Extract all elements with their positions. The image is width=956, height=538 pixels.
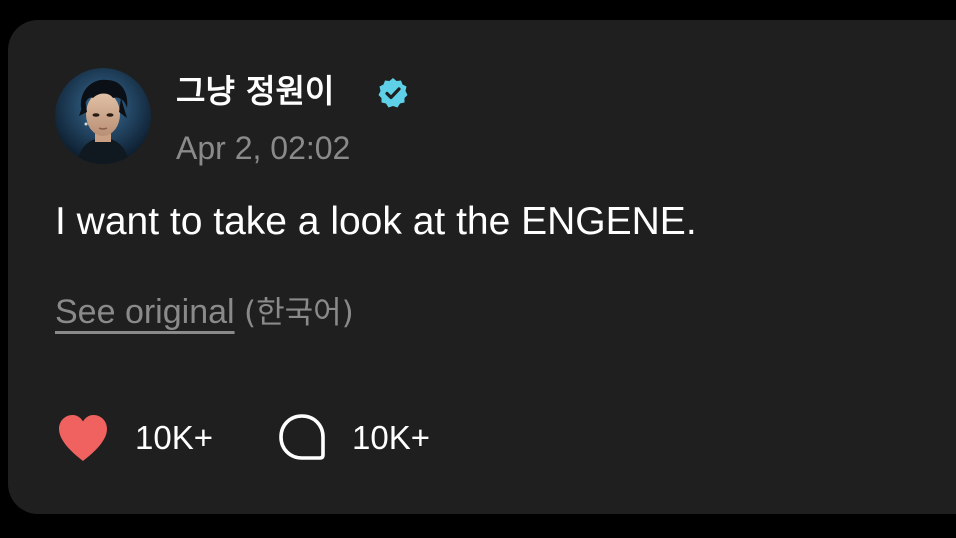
original-language-label: (한국어) [244,295,354,331]
avatar[interactable] [55,68,151,164]
comment-bubble-icon [279,414,325,460]
comment-button[interactable]: 10K+ [276,410,430,466]
heart-icon [59,415,107,461]
like-count: 10K+ [135,419,213,456]
post-text: I want to take a look at the ENGENE. [55,200,697,243]
like-button[interactable]: 10K+ [55,410,213,466]
author-name[interactable]: 그냥 정원이 [176,68,334,114]
post-timestamp: Apr 2, 02:02 [176,130,351,166]
translation-row: See original (한국어) [55,290,354,335]
verified-badge-icon [378,78,408,108]
comment-count: 10K+ [352,419,430,456]
see-original-link[interactable]: See original [55,293,235,331]
